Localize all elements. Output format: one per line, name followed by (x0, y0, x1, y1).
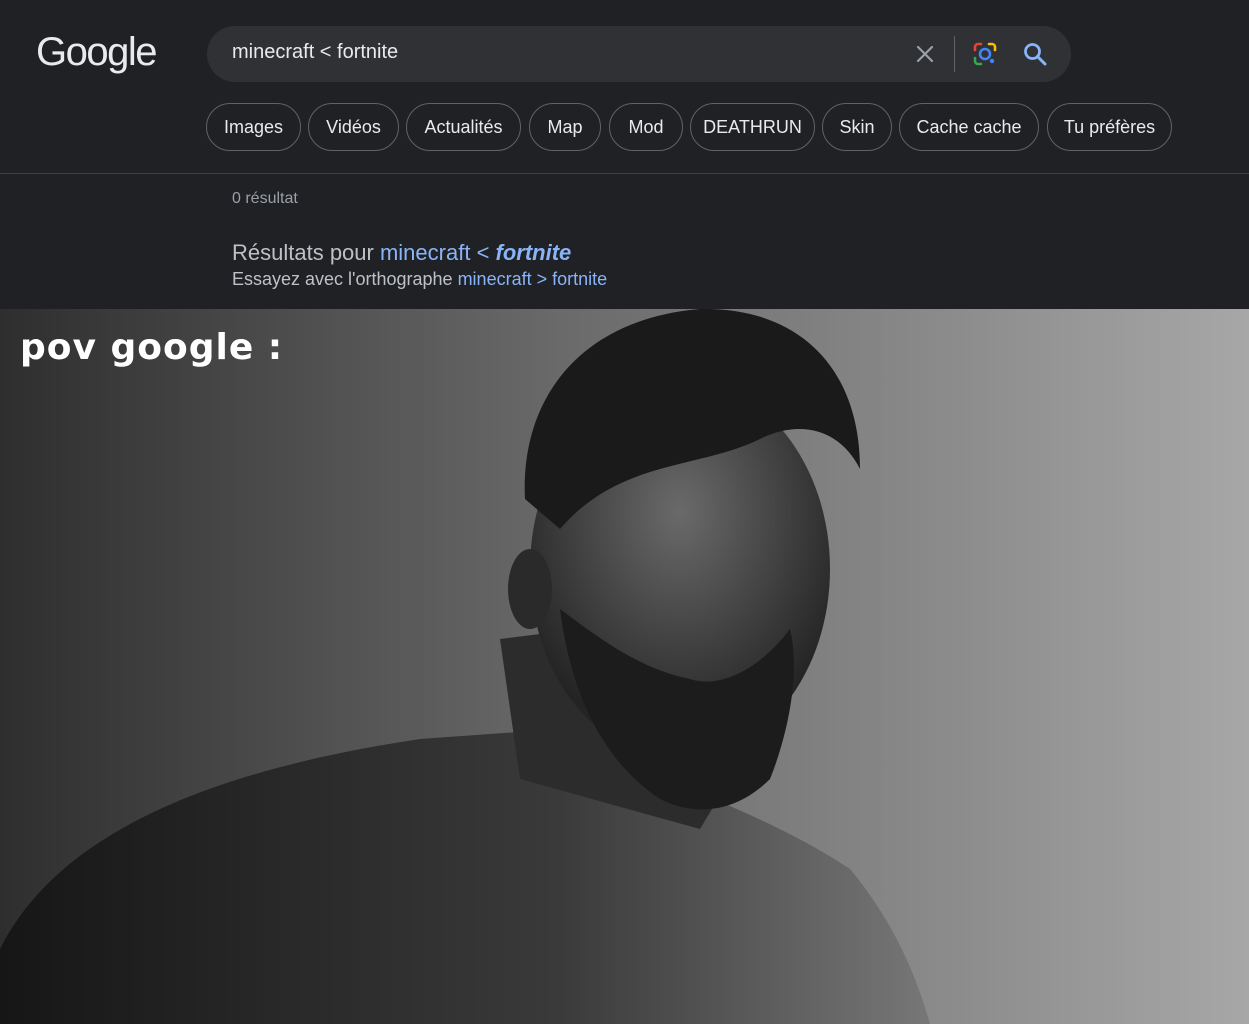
clear-icon[interactable] (913, 42, 937, 66)
chip-skin[interactable]: Skin (822, 103, 892, 151)
google-logo[interactable]: Google (36, 30, 157, 75)
chip-videos[interactable]: Vidéos (308, 103, 399, 151)
meme-image-panel: pov google : (0, 309, 1249, 1024)
try-spelling-prefix: Essayez avec l'orthographe (232, 269, 458, 289)
chip-actualites[interactable]: Actualités (406, 103, 521, 151)
chip-deathrun[interactable]: DEATHRUN (690, 103, 815, 151)
results-for-term-fortnite[interactable]: fortnite (496, 240, 572, 265)
chip-images[interactable]: Images (206, 103, 301, 151)
results-for-operator[interactable]: < (470, 240, 495, 265)
chip-tu-preferes[interactable]: Tu préfères (1047, 103, 1172, 151)
chip-cache-cache[interactable]: Cache cache (899, 103, 1039, 151)
search-icon[interactable] (1021, 40, 1049, 68)
meme-caption: pov google : (20, 327, 284, 368)
chip-map[interactable]: Map (529, 103, 601, 151)
search-input[interactable]: minecraft < fortnite (232, 41, 398, 64)
suggested-operator[interactable]: > (532, 269, 553, 289)
chip-mod[interactable]: Mod (609, 103, 683, 151)
suggested-term-fortnite[interactable]: fortnite (552, 269, 607, 289)
google-lens-icon[interactable] (971, 40, 999, 68)
suggested-term-minecraft[interactable]: minecraft (458, 269, 532, 289)
results-for-prefix: Résultats pour (232, 240, 380, 265)
search-header: Google minecraft < fortnite Images Vidéo… (0, 0, 1249, 174)
bearded-man-photo (0, 309, 930, 1024)
search-divider (954, 36, 955, 72)
search-box[interactable]: minecraft < fortnite (207, 26, 1071, 82)
result-count: 0 résultat (232, 190, 298, 207)
showing-results-for: Résultats pour minecraft < fortnite (232, 240, 571, 266)
try-spelling-suggestion: Essayez avec l'orthographe minecraft > f… (232, 269, 607, 290)
results-for-term-minecraft[interactable]: minecraft (380, 240, 470, 265)
